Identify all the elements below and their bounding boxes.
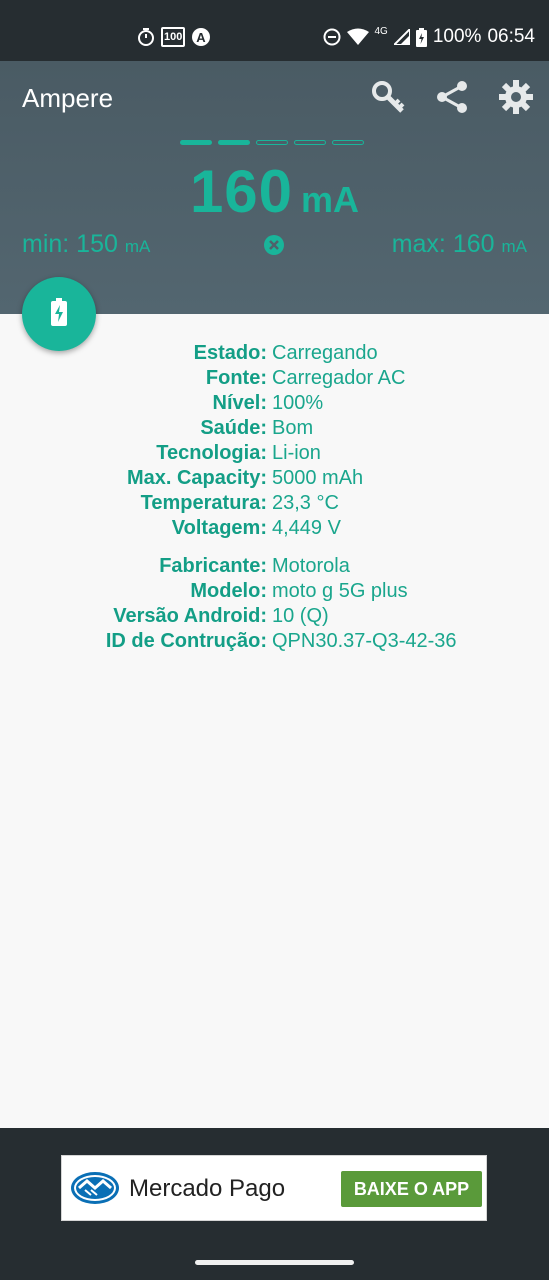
- page-indicator: [180, 140, 364, 145]
- info-label: Max. Capacity:: [126, 467, 267, 489]
- battery-fab-button[interactable]: [22, 277, 96, 351]
- network-type: 4G: [374, 25, 388, 37]
- info-label: Nível:: [212, 392, 267, 414]
- current-unit: mA: [301, 179, 360, 220]
- info-label: Fonte:: [205, 367, 267, 389]
- mercado-pago-logo-icon: [70, 1168, 120, 1213]
- gesture-nav-handle[interactable]: [195, 1260, 354, 1265]
- max-reading: max: 160 mA: [392, 230, 527, 259]
- info-value: QPN30.37-Q3-42-36: [272, 630, 457, 652]
- page-dot: [218, 140, 250, 145]
- dnd-icon: [323, 28, 341, 46]
- key-icon: [371, 80, 405, 119]
- page-dot: [256, 140, 288, 145]
- key-button[interactable]: [368, 79, 408, 119]
- info-label: Saúde:: [200, 417, 267, 439]
- info-row-fabricante: Fabricante: Motorola: [0, 554, 549, 579]
- battery-info-list: Estado: Carregando Fonte: Carregador AC Ní…: [0, 341, 549, 654]
- ad-brand-name: Mercado Pago: [129, 1175, 286, 1202]
- info-label: Estado:: [193, 342, 267, 364]
- min-label: min: 150: [22, 230, 118, 258]
- svg-text:A: A: [197, 30, 207, 45]
- ad-banner[interactable]: Mercado Pago BAIXE O APP: [61, 1155, 487, 1221]
- info-row-versao-android: Versão Android: 10 (Q): [0, 604, 549, 629]
- info-label: Fabricante:: [159, 555, 267, 577]
- battery-charging-icon: [415, 27, 427, 47]
- info-row-temperatura: Temperatura: 23,3 °C: [0, 491, 549, 516]
- battery-charging-icon: [51, 297, 67, 331]
- info-row-estado: Estado: Carregando: [0, 341, 549, 366]
- max-unit: mA: [501, 237, 528, 256]
- status-left-icons: 100 A: [137, 25, 211, 49]
- settings-button[interactable]: [496, 79, 536, 119]
- reset-minmax-button[interactable]: [264, 235, 284, 255]
- info-value: Motorola: [272, 555, 350, 577]
- info-value: 5000 mAh: [272, 467, 364, 489]
- cell-signal-icon: [393, 29, 410, 45]
- info-row-nivel: Nível: 100%: [0, 391, 549, 416]
- page-dot: [294, 140, 326, 145]
- info-value: Carregador AC: [272, 367, 406, 389]
- info-label: Voltagem:: [171, 517, 267, 539]
- close-circle-icon: [264, 235, 284, 259]
- info-row-saude: Saúde: Bom: [0, 416, 549, 441]
- info-value: moto g 5G plus: [272, 580, 408, 602]
- info-label: Tecnologia:: [156, 442, 267, 464]
- info-value: 10 (Q): [272, 605, 329, 627]
- info-label: Temperatura:: [140, 492, 267, 514]
- current-reading: 160 mA: [0, 157, 549, 226]
- settings-icon: [498, 79, 534, 120]
- info-row-max-capacity: Max. Capacity: 5000 mAh: [0, 466, 549, 491]
- max-label: max: 160: [391, 230, 495, 258]
- info-value: Carregando: [272, 342, 378, 364]
- info-value: Bom: [272, 417, 314, 439]
- info-label: Modelo:: [190, 580, 267, 602]
- info-label: Versão Android:: [113, 605, 267, 627]
- page-dot: [332, 140, 364, 145]
- bottom-bar: Mercado Pago BAIXE O APP: [0, 1128, 549, 1280]
- wifi-icon: [346, 28, 369, 46]
- info-row-build-id: ID de Contrução: QPN30.37-Q3-42-36: [0, 629, 549, 654]
- app-header: Ampere 160 mA min: 150 mA max: 160 mA: [0, 61, 549, 314]
- app-title: Ampere: [22, 83, 114, 113]
- info-value: 4,449 V: [272, 517, 341, 539]
- info-row-tecnologia: Tecnologia: Li-ion: [0, 441, 549, 466]
- info-value: 23,3 °C: [272, 492, 339, 514]
- share-icon: [435, 80, 469, 119]
- share-button[interactable]: [432, 79, 472, 119]
- page-dot: [180, 140, 212, 145]
- min-unit: mA: [124, 237, 151, 256]
- notif-badge-text: 100: [164, 31, 183, 43]
- a-badge-icon: A: [191, 27, 211, 47]
- status-right-icons: 4G 100% 06:54: [323, 24, 535, 50]
- clock: 06:54: [487, 26, 535, 47]
- info-row-voltagem: Voltagem: 4,449 V: [0, 516, 549, 541]
- info-label: ID de Contrução:: [105, 630, 267, 652]
- info-value: Li-ion: [272, 442, 321, 464]
- current-value: 160: [189, 158, 294, 225]
- ad-cta-button[interactable]: BAIXE O APP: [341, 1171, 482, 1207]
- battery-percent: 100%: [432, 26, 482, 47]
- status-bar: 100 A 4G 100% 06:54: [0, 0, 549, 61]
- info-value: 100%: [272, 392, 324, 414]
- min-reading: min: 150 mA: [22, 230, 150, 259]
- info-row-fonte: Fonte: Carregador AC: [0, 366, 549, 391]
- calendar-100-icon: 100: [161, 27, 186, 47]
- info-row-modelo: Modelo: moto g 5G plus: [0, 579, 549, 604]
- stopwatch-icon: [137, 27, 155, 47]
